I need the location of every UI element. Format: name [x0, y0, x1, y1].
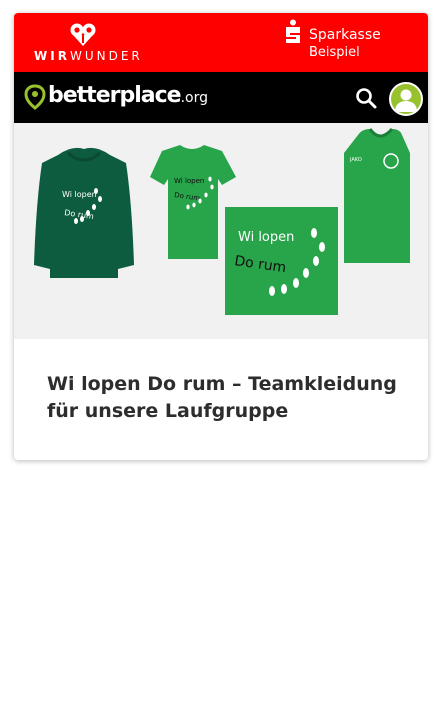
jersey-brand-text: JAKO: [349, 157, 362, 163]
wirwunder-logo[interactable]: WIRWUNDER: [34, 21, 140, 63]
user-icon: [395, 89, 417, 112]
sparkasse-name: Sparkasse: [309, 27, 381, 43]
sparkasse-logo[interactable]: Sparkasse Beispiel: [282, 19, 412, 65]
sparkasse-s-icon: [286, 19, 300, 43]
print-design-image: Wi lopen Do rum: [225, 207, 338, 315]
project-title-area: Wi lopen Do rum – Teamkleidung für unser…: [47, 371, 407, 425]
project-image[interactable]: Wi lopen Do rum Wi lopen Do rum Wi lopen…: [14, 123, 428, 339]
team-apparel-illustration: Wi lopen Do rum Wi lopen Do rum Wi lopen…: [34, 127, 410, 315]
design-print-line1: Wi lopen: [238, 230, 294, 245]
search-button[interactable]: [354, 86, 378, 110]
betterplace-heart-icon: [24, 84, 46, 110]
tshirt-image: Wi lopen Do rum: [150, 145, 236, 259]
jersey-image: JAKO: [344, 127, 410, 263]
wirwunder-mark-icon: [70, 23, 96, 46]
search-icon: [356, 88, 377, 109]
tshirt-print-line1: Wi lopen: [174, 177, 204, 185]
user-avatar[interactable]: [389, 82, 423, 116]
hoodie-print-line1: Wi lopen: [62, 190, 97, 199]
brand-name: betterplace: [48, 83, 182, 108]
project-card[interactable]: WIRWUNDER Sparkasse Beispiel betterplace…: [14, 13, 428, 460]
sparkasse-sub: Beispiel: [309, 45, 360, 60]
wirwunder-wordmark: WIRWUNDER: [34, 49, 143, 63]
project-title[interactable]: Wi lopen Do rum – Teamkleidung für unser…: [47, 371, 407, 425]
brand-tld: .org: [180, 90, 208, 106]
partner-brand-bar: WIRWUNDER Sparkasse Beispiel: [14, 13, 428, 72]
site-header: betterplace.org: [14, 72, 428, 123]
hoodie-image: Wi lopen Do rum: [34, 147, 134, 278]
